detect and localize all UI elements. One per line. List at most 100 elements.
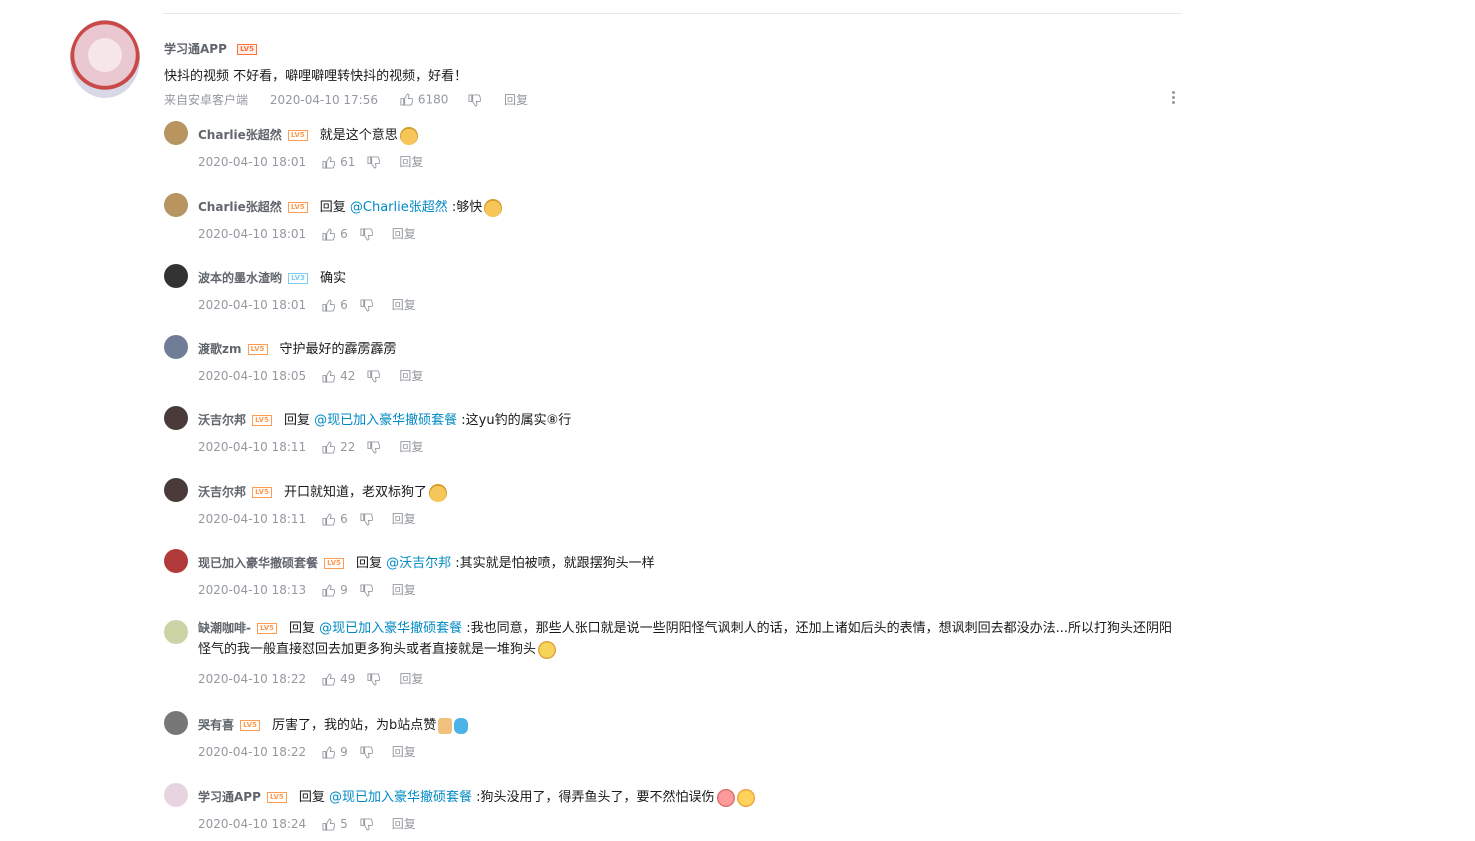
reply-button[interactable]: 回复 — [392, 298, 416, 312]
dislike-button[interactable] — [360, 583, 378, 597]
dislike-button[interactable] — [360, 227, 378, 241]
reply-text: 就是这个意思 — [319, 128, 398, 143]
thumbs-down-icon[interactable] — [360, 513, 373, 526]
dislike-button[interactable] — [367, 155, 385, 169]
reply-prefix: 回复 — [288, 621, 320, 636]
reply-avatar[interactable] — [164, 264, 188, 288]
thumbs-up-icon[interactable] — [322, 156, 336, 169]
like-count: 61 — [340, 155, 356, 169]
level-badge: LV5 — [237, 44, 258, 55]
reply-username[interactable]: Charlie张超然 — [198, 128, 282, 142]
reply-prefix: 回复 — [319, 200, 350, 215]
reply-text: 守护最好的霹雳霹雳 — [279, 342, 397, 357]
thumbs-up-icon[interactable] — [400, 93, 413, 106]
mention-link[interactable]: @现已加入豪华撤硕套餐 — [314, 413, 457, 428]
thumbs-up-icon[interactable] — [322, 818, 336, 831]
thumbs-down-icon[interactable] — [360, 584, 373, 597]
reply-avatar[interactable] — [164, 620, 188, 644]
like-button[interactable]: 5 — [322, 817, 348, 831]
reply-username[interactable]: 缺潮咖啡- — [198, 621, 251, 635]
like-button[interactable]: 9 — [322, 583, 348, 597]
main-comment-username[interactable]: 学习通APP LV5 — [164, 40, 258, 57]
dislike-button[interactable] — [367, 369, 385, 383]
reply-button[interactable]: 回复 — [392, 512, 416, 526]
more-options-icon[interactable] — [1170, 91, 1176, 107]
reply-button[interactable]: 回复 — [399, 672, 423, 686]
dislike-button[interactable] — [360, 298, 378, 312]
reply-content: 开口就知道，老双标狗了 — [284, 483, 448, 502]
thumbs-down-icon[interactable] — [360, 228, 373, 241]
thumbs-down-icon[interactable] — [360, 818, 373, 831]
reply-content: 就是这个意思 — [319, 126, 418, 145]
level-badge: LV3 — [288, 273, 309, 284]
mention-link[interactable]: @现已加入豪华撤硕套餐 — [329, 790, 472, 805]
reply-button[interactable]: 回复 — [392, 745, 416, 759]
reply-button[interactable]: 回复 — [392, 817, 416, 831]
thumbs-up-icon[interactable] — [322, 584, 336, 597]
reply-avatar[interactable] — [164, 783, 188, 807]
reply-button[interactable]: 回复 — [392, 227, 416, 241]
top-divider — [163, 13, 1182, 14]
thumbs-down-icon[interactable] — [367, 441, 381, 454]
reply-avatar[interactable] — [164, 406, 188, 430]
time-text: 2020-04-10 17:56 — [269, 92, 378, 107]
dislike-button[interactable] — [360, 817, 378, 831]
thumbs-down-icon[interactable] — [360, 299, 373, 312]
reply-username[interactable]: 波本的墨水渣哟 — [198, 271, 282, 285]
reply-avatar[interactable] — [164, 335, 188, 359]
like-button[interactable]: 6180 — [400, 92, 452, 107]
love-emoji-icon — [716, 788, 735, 807]
mention-link[interactable]: @沃吉尔邦 — [386, 556, 451, 571]
thumbs-down-icon[interactable] — [468, 93, 482, 107]
mention-link[interactable]: @现已加入豪华撤硕套餐 — [319, 621, 462, 636]
thumbs-up-icon[interactable] — [322, 746, 336, 759]
dislike-button[interactable] — [360, 512, 378, 526]
thumbs-down-icon[interactable] — [367, 370, 381, 383]
thumbs-up-icon[interactable] — [322, 299, 336, 312]
reply-avatar[interactable] — [164, 478, 188, 502]
reply-username[interactable]: 哭有喜 — [198, 718, 234, 732]
like-button[interactable]: 49 — [322, 672, 355, 686]
dislike-button[interactable] — [468, 93, 490, 107]
reply-meta: 2020-04-10 18:11 6 回复 — [198, 510, 416, 527]
thumbs-up-icon[interactable] — [322, 228, 336, 241]
reply-button[interactable]: 回复 — [399, 369, 423, 383]
reply-button[interactable]: 回复 — [504, 93, 528, 107]
reply-avatar[interactable] — [164, 549, 188, 573]
reply-username[interactable]: 沃吉尔邦 — [198, 485, 246, 499]
thumbs-down-icon[interactable] — [367, 156, 381, 169]
reply-button[interactable]: 回复 — [399, 155, 423, 169]
thumbs-down-icon[interactable] — [367, 673, 381, 686]
reply-button[interactable]: 回复 — [392, 583, 416, 597]
like-button[interactable]: 42 — [322, 369, 355, 383]
like-button[interactable]: 6 — [322, 227, 348, 241]
main-username-text[interactable]: 学习通APP — [164, 42, 227, 56]
reply-avatar[interactable] — [164, 711, 188, 735]
reply-username[interactable]: 现已加入豪华撤硕套餐 — [198, 556, 318, 570]
reply-avatar[interactable] — [164, 193, 188, 217]
reply-username[interactable]: 学习通APP — [198, 790, 261, 804]
blush-emoji-icon — [538, 640, 557, 659]
reply-username[interactable]: 渡歌zm — [198, 342, 242, 356]
like-button[interactable]: 9 — [322, 745, 348, 759]
dislike-button[interactable] — [360, 745, 378, 759]
reply-username[interactable]: 沃吉尔邦 — [198, 413, 246, 427]
mention-link[interactable]: @Charlie张超然 — [350, 200, 448, 215]
thumbs-up-icon[interactable] — [322, 673, 336, 686]
thumbs-up-icon[interactable] — [322, 370, 336, 383]
thumbs-up-icon[interactable] — [322, 441, 336, 454]
dislike-button[interactable] — [367, 440, 385, 454]
reply-line: 缺潮咖啡- LV5 回复 @现已加入豪华撤硕套餐 :我也同意，那些人张口就是说一些阴… — [198, 618, 1183, 660]
like-button[interactable]: 6 — [322, 298, 348, 312]
reply-button[interactable]: 回复 — [399, 440, 423, 454]
main-comment-avatar[interactable] — [70, 20, 140, 98]
dislike-button[interactable] — [367, 672, 385, 686]
thumbs-down-icon[interactable] — [360, 746, 373, 759]
reply-username[interactable]: Charlie张超然 — [198, 200, 282, 214]
like-button[interactable]: 22 — [322, 440, 355, 454]
reply-avatar[interactable] — [164, 121, 188, 145]
thumbs-up-icon[interactable] — [322, 513, 336, 526]
like-button[interactable]: 61 — [322, 155, 355, 169]
like-button[interactable]: 6 — [322, 512, 348, 526]
reply-time: 2020-04-10 18:11 — [198, 440, 307, 454]
